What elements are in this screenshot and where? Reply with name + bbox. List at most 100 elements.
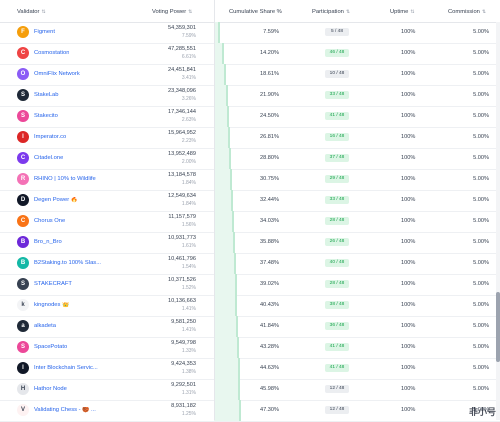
cumulative-share-edge bbox=[235, 295, 237, 316]
participation-badge: 10 / 48 bbox=[325, 70, 349, 78]
voting-power-value: 47,285,551 bbox=[168, 46, 196, 52]
table-row[interactable]: S Stakecito 17,346,144 2.63% 24.50% 41 /… bbox=[0, 106, 500, 128]
validator-name-link[interactable]: Bro_n_Bro bbox=[34, 239, 62, 245]
alkadeta-icon: a bbox=[17, 320, 29, 332]
table-row[interactable]: C Cosmostation 47,285,551 6.61% 14.20% 4… bbox=[0, 43, 500, 65]
validator-name-link[interactable]: alkadeta bbox=[34, 323, 56, 329]
table-row[interactable]: a alkadeta 9,581,250 1.41% 41.84% 36 / 4… bbox=[0, 316, 500, 338]
validator-name-link[interactable]: kingnodes 👑 bbox=[34, 302, 69, 308]
header-commission[interactable]: Commission ⇅ bbox=[448, 9, 486, 15]
validator-name-link[interactable]: Chorus One bbox=[34, 218, 65, 224]
header-uptime[interactable]: Uptime ⇅ bbox=[390, 9, 415, 15]
scrollbar-track[interactable] bbox=[496, 22, 500, 420]
participation-badge: 26 / 48 bbox=[325, 238, 349, 246]
uptime-value: 100% bbox=[401, 302, 416, 308]
validator-name-link[interactable]: Cosmostation bbox=[34, 50, 69, 56]
avatar-glyph: S bbox=[20, 113, 25, 119]
commission-value: 5.00% bbox=[473, 302, 489, 308]
cumulative-share-value: 14.20% bbox=[260, 50, 279, 56]
uptime-value: 100% bbox=[401, 323, 416, 329]
table-row[interactable]: I Imperator.co 15,964,952 2.23% 26.81% 1… bbox=[0, 127, 500, 149]
validator-name-link[interactable]: StakeLab bbox=[34, 92, 59, 98]
table-row[interactable]: k kingnodes 👑 10,136,663 1.41% 40.43% 38… bbox=[0, 295, 500, 317]
avatar-glyph: D bbox=[20, 197, 26, 203]
participation-badge: 37 / 48 bbox=[325, 154, 349, 162]
voting-power-value: 8,931,182 bbox=[171, 403, 196, 409]
participation-badge: 12 / 48 bbox=[325, 406, 349, 414]
cumulative-share-bar bbox=[214, 148, 229, 169]
participation-badge: 36 / 48 bbox=[325, 322, 349, 330]
table-row[interactable]: S StakeLab 23,348,096 3.26% 21.90% 33 / … bbox=[0, 85, 500, 107]
cumulative-share-value: 7.59% bbox=[263, 29, 279, 35]
participation-badge: 41 / 48 bbox=[325, 112, 349, 120]
validator-name-link[interactable]: B2Staking.to 100% Slas... bbox=[34, 260, 101, 266]
sort-icon: ⇅ bbox=[345, 9, 351, 15]
avatar-glyph: C bbox=[20, 218, 26, 224]
cumulative-share-value: 18.61% bbox=[260, 71, 279, 77]
table-row[interactable]: F Figment 54,359,301 7.59% 7.59% 5 / 48 … bbox=[0, 22, 500, 44]
cumulative-share-bar bbox=[214, 106, 227, 127]
validator-name-link[interactable]: Imperator.co bbox=[34, 134, 66, 140]
table-row[interactable]: H Hathor Node 9,292,501 1.31% 45.98% 12 … bbox=[0, 379, 500, 401]
table-row[interactable]: R RHINO | 10% to Wildlife 13,184,578 1.8… bbox=[0, 169, 500, 191]
participation-badge: 38 / 48 bbox=[325, 301, 349, 309]
voting-power-percent: 3.26% bbox=[181, 96, 196, 102]
participation-badge: 28 / 48 bbox=[325, 217, 349, 225]
participation-badge: 28 / 48 bbox=[325, 280, 349, 288]
validator-name-link[interactable]: Hathor Node bbox=[34, 386, 67, 392]
validator-name-link[interactable]: Figment bbox=[34, 29, 55, 35]
cumulative-share-value: 30.75% bbox=[260, 176, 279, 182]
cumulative-share-value: 44.63% bbox=[260, 365, 279, 371]
cumulative-share-edge bbox=[239, 400, 241, 421]
voting-power-percent: 1.31% bbox=[181, 390, 196, 396]
header-voting-power[interactable]: Voting Power ⇅ bbox=[152, 9, 192, 15]
validator-name-link[interactable]: Validating Chess - 🏀 ... bbox=[34, 407, 96, 413]
table-row[interactable]: B B2Staking.to 100% Slas... 10,461,796 1… bbox=[0, 253, 500, 275]
table-row[interactable]: C Citadel.one 13,952,489 2.00% 28.80% 37… bbox=[0, 148, 500, 170]
table-row[interactable]: S SpacePotato 9,549,798 1.33% 43.28% 41 … bbox=[0, 337, 500, 359]
table-row[interactable]: D Degen Power 🔥 12,549,634 1.84% 32.44% … bbox=[0, 190, 500, 212]
validator-name-link[interactable]: OmniFlix Network bbox=[34, 71, 80, 77]
validator-name-link[interactable]: RHINO | 10% to Wildlife bbox=[34, 176, 96, 182]
validator-name-link[interactable]: Inter Blockchain Servic... bbox=[34, 365, 98, 371]
b2staking-icon: B bbox=[17, 257, 29, 269]
voting-power-percent: 1.61% bbox=[181, 243, 196, 249]
participation-badge: 41 / 48 bbox=[325, 343, 349, 351]
omniflix-icon: O bbox=[17, 68, 29, 80]
commission-value: 5.00% bbox=[473, 260, 489, 266]
voting-power-percent: 1.41% bbox=[181, 327, 196, 333]
sort-icon: ⇅ bbox=[481, 9, 487, 15]
cumulative-share-bar bbox=[214, 379, 238, 400]
table-row[interactable]: C Chorus One 11,157,579 1.56% 34.03% 28 … bbox=[0, 211, 500, 233]
cumulative-share-bar bbox=[214, 169, 230, 190]
uptime-value: 100% bbox=[401, 92, 416, 98]
validator-name-link[interactable]: SpacePotato bbox=[34, 344, 67, 350]
header-participation[interactable]: Participation ⇅ bbox=[312, 9, 350, 15]
table-row[interactable]: O OmniFlix Network 24,451,841 3.41% 18.6… bbox=[0, 64, 500, 86]
validator-name-link[interactable]: Degen Power 🔥 bbox=[34, 197, 78, 203]
validator-name-link[interactable]: Stakecito bbox=[34, 113, 58, 119]
participation-badge: 41 / 48 bbox=[325, 364, 349, 372]
voting-power-percent: 7.59% bbox=[181, 33, 196, 39]
table-row[interactable]: S STAKECRAFT 10,371,526 1.52% 39.02% 28 … bbox=[0, 274, 500, 296]
voting-power-value: 10,371,526 bbox=[168, 277, 196, 283]
uptime-value: 100% bbox=[401, 407, 416, 413]
stakecraft-icon: S bbox=[17, 278, 29, 290]
validator-name-link[interactable]: STAKECRAFT bbox=[34, 281, 72, 287]
figment-f-icon: F bbox=[17, 26, 29, 38]
header-cumulative-label: Cumulative Share % bbox=[229, 9, 282, 15]
header-uptime-label: Uptime bbox=[390, 9, 409, 15]
bro-n-bro-icon: B bbox=[17, 236, 29, 248]
participation-badge: 29 / 48 bbox=[325, 175, 349, 183]
scrollbar-thumb[interactable] bbox=[496, 292, 500, 362]
uptime-value: 100% bbox=[401, 386, 416, 392]
table-row[interactable]: V Validating Chess - 🏀 ... 8,931,182 1.2… bbox=[0, 400, 500, 422]
cumulative-share-value: 43.28% bbox=[260, 344, 279, 350]
cumulative-share-bar bbox=[214, 274, 235, 295]
validator-name-link[interactable]: Citadel.one bbox=[34, 155, 63, 161]
header-validator[interactable]: Validator ⇅ bbox=[17, 9, 46, 15]
table-row[interactable]: I Inter Blockchain Servic... 9,424,353 1… bbox=[0, 358, 500, 380]
table-row[interactable]: B Bro_n_Bro 10,931,773 1.61% 35.88% 26 /… bbox=[0, 232, 500, 254]
voting-power-percent: 1.25% bbox=[181, 411, 196, 417]
avatar-glyph: C bbox=[20, 50, 26, 56]
